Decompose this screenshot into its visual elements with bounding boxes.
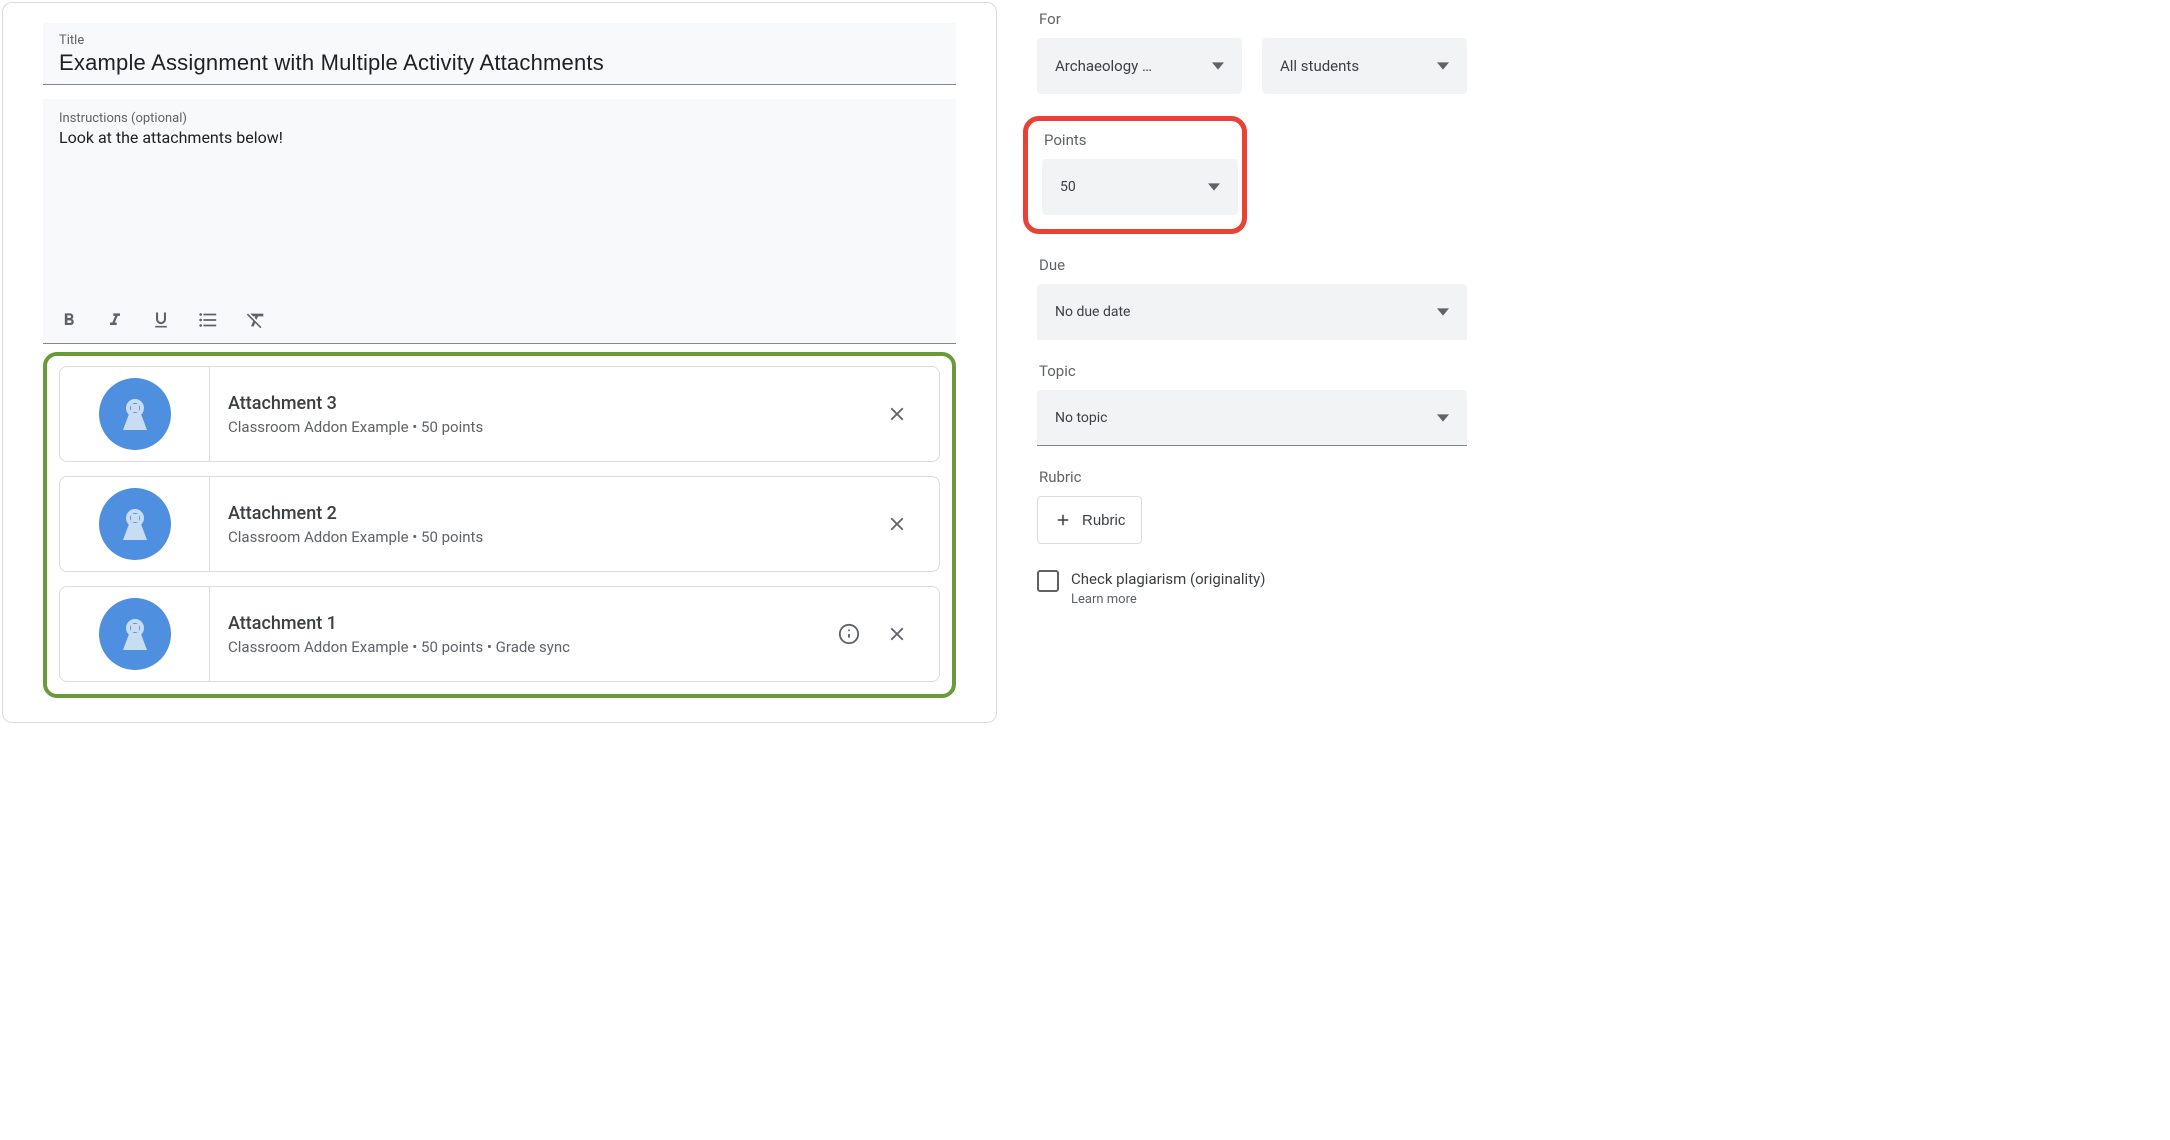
title-label: Title bbox=[59, 33, 940, 48]
chevron-down-icon bbox=[1208, 181, 1220, 193]
due-date-select[interactable]: No due date bbox=[1037, 284, 1467, 340]
chevron-down-icon bbox=[1437, 306, 1449, 318]
for-label: For bbox=[1039, 10, 1467, 28]
clear-formatting-icon bbox=[245, 309, 267, 331]
title-input[interactable] bbox=[59, 50, 940, 76]
bold-button[interactable] bbox=[59, 310, 79, 330]
remove-attachment-button[interactable] bbox=[873, 500, 921, 548]
italic-icon bbox=[105, 310, 125, 330]
bold-icon bbox=[59, 310, 79, 330]
points-value: 50 bbox=[1060, 179, 1200, 195]
chevron-down-icon bbox=[1437, 412, 1449, 424]
attachment-card[interactable]: Attachment 2 Classroom Addon Example • 5… bbox=[59, 476, 940, 572]
rubric-button-label: Rubric bbox=[1082, 512, 1125, 529]
points-label: Points bbox=[1044, 131, 1228, 149]
students-select-value: All students bbox=[1280, 57, 1429, 75]
due-label: Due bbox=[1039, 256, 1467, 274]
attachment-subtitle: Classroom Addon Example • 50 points bbox=[228, 528, 873, 546]
learn-more-link[interactable]: Learn more bbox=[1071, 592, 1137, 607]
title-field[interactable]: Title bbox=[43, 23, 956, 85]
formatting-toolbar bbox=[43, 299, 956, 344]
students-select[interactable]: All students bbox=[1262, 38, 1467, 94]
clear-formatting-button[interactable] bbox=[245, 309, 267, 331]
instructions-text[interactable]: Look at the attachments below! bbox=[59, 128, 940, 147]
attachment-subtitle: Classroom Addon Example • 50 points bbox=[228, 418, 873, 436]
attachment-title: Attachment 3 bbox=[228, 393, 873, 414]
addon-icon bbox=[99, 378, 171, 450]
plagiarism-label: Check plagiarism (originality) bbox=[1071, 570, 1265, 588]
points-highlight: Points 50 bbox=[1023, 116, 1247, 234]
rubric-label: Rubric bbox=[1039, 468, 1467, 486]
instructions-field[interactable]: Instructions (optional) Look at the atta… bbox=[43, 99, 956, 299]
close-icon bbox=[886, 513, 908, 535]
attachment-thumbnail bbox=[60, 587, 210, 681]
underline-button[interactable] bbox=[151, 310, 171, 330]
close-icon bbox=[886, 623, 908, 645]
topic-label: Topic bbox=[1039, 362, 1467, 380]
plagiarism-checkbox[interactable] bbox=[1037, 570, 1059, 592]
attachment-title: Attachment 2 bbox=[228, 503, 873, 524]
remove-attachment-button[interactable] bbox=[873, 390, 921, 438]
remove-attachment-button[interactable] bbox=[873, 610, 921, 658]
topic-value: No topic bbox=[1055, 410, 1429, 426]
class-select-value: Archaeology … bbox=[1055, 57, 1204, 75]
points-select[interactable]: 50 bbox=[1042, 159, 1238, 215]
attachment-info-button[interactable] bbox=[825, 610, 873, 658]
add-rubric-button[interactable]: Rubric bbox=[1037, 496, 1142, 544]
addon-icon bbox=[99, 488, 171, 560]
attachment-card[interactable]: Attachment 1 Classroom Addon Example • 5… bbox=[59, 586, 940, 682]
attachment-thumbnail bbox=[60, 367, 210, 461]
underline-icon bbox=[151, 310, 171, 330]
bulleted-list-icon bbox=[197, 309, 219, 331]
attachment-subtitle: Classroom Addon Example • 50 points • Gr… bbox=[228, 638, 825, 656]
chevron-down-icon bbox=[1212, 60, 1224, 72]
addon-icon bbox=[99, 598, 171, 670]
instructions-label: Instructions (optional) bbox=[59, 111, 940, 126]
info-icon bbox=[838, 623, 860, 645]
italic-button[interactable] bbox=[105, 310, 125, 330]
attachment-card[interactable]: Attachment 3 Classroom Addon Example • 5… bbox=[59, 366, 940, 462]
topic-select[interactable]: No topic bbox=[1037, 390, 1467, 446]
class-select[interactable]: Archaeology … bbox=[1037, 38, 1242, 94]
attachment-title: Attachment 1 bbox=[228, 613, 825, 634]
plus-icon bbox=[1054, 511, 1072, 529]
assignment-editor-card: Title Instructions (optional) Look at th… bbox=[2, 2, 997, 723]
attachment-thumbnail bbox=[60, 477, 210, 571]
close-icon bbox=[886, 403, 908, 425]
chevron-down-icon bbox=[1437, 60, 1449, 72]
assignment-sidebar: For Archaeology … All students Points 50 bbox=[1037, 0, 1477, 723]
attachments-container: Attachment 3 Classroom Addon Example • 5… bbox=[43, 352, 956, 698]
due-date-value: No due date bbox=[1055, 304, 1429, 320]
bulleted-list-button[interactable] bbox=[197, 309, 219, 331]
